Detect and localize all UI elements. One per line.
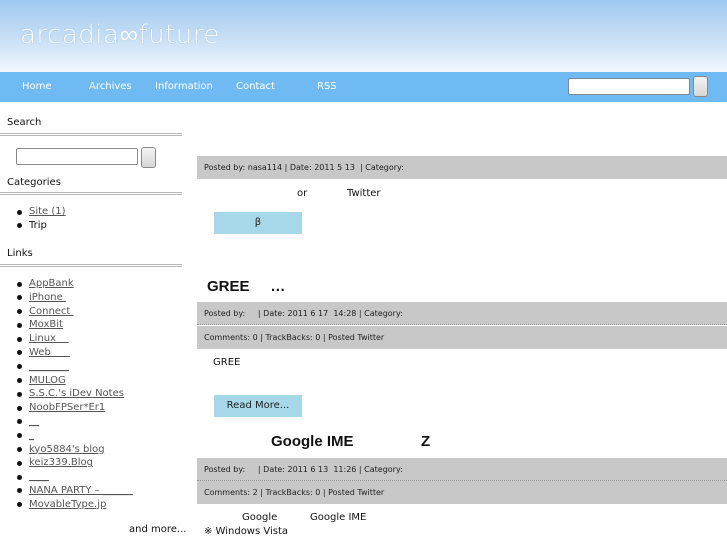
list-item: NoobFPSer*Er1 (17, 401, 133, 415)
nav-information[interactable]: Information (155, 81, 213, 92)
post-text: Google (242, 512, 278, 523)
read-more-button[interactable]: Read More... (214, 395, 302, 417)
post-text: GREE (213, 357, 241, 368)
link-item[interactable]: ________ (29, 361, 69, 372)
divider (0, 133, 182, 136)
link-item[interactable]: NoobFPSer*Er1 (29, 402, 105, 413)
link-item[interactable]: kyo5884's blog (29, 444, 105, 455)
post-comments[interactable]: Comments: 0 | TrackBacks: 0 | Posted Twi… (197, 326, 727, 349)
list-item: _ (17, 429, 133, 443)
list-item: iPhone (17, 291, 133, 305)
divider (0, 264, 182, 267)
sidebar-links-title: Links (7, 248, 33, 259)
post-meta: Posted by: nasa114 | Date: 2011 5 13 | C… (197, 156, 727, 179)
link-item[interactable]: iPhone (29, 292, 66, 303)
category-list: Site (1) Trip (17, 205, 66, 233)
header-search-input[interactable] (568, 78, 690, 95)
link-item[interactable]: ____ (29, 471, 49, 482)
list-item: Connect (17, 305, 133, 319)
nav-archives[interactable]: Archives (89, 81, 132, 92)
list-item: kyo5884's blog (17, 443, 133, 457)
list-item: NANA PARTY – ______ (17, 484, 133, 498)
post-text: Twitter (347, 188, 381, 199)
link-item[interactable]: _ (29, 430, 34, 441)
list-item: keiz339.Blog (17, 456, 133, 470)
list-item: Web (17, 346, 133, 360)
list-item: Trip (17, 219, 66, 233)
list-item: AppBank (17, 277, 133, 291)
post-text: or (297, 188, 308, 199)
sidebar-search-button[interactable] (141, 147, 156, 168)
list-item: MoxBit (17, 318, 133, 332)
list-item: MULOG (17, 374, 133, 388)
nav-home[interactable]: Home (22, 81, 52, 92)
links-list: AppBank iPhone Connect MoxBit Linux Web … (17, 277, 133, 512)
list-item: Site (1) (17, 205, 66, 219)
beta-button[interactable]: β (214, 212, 302, 234)
list-item: ________ (17, 360, 133, 374)
more-links-link[interactable]: and more... (129, 524, 186, 535)
link-item[interactable]: MovableType.jp (29, 499, 106, 510)
link-item[interactable]: MULOG (29, 375, 66, 386)
post-text: Google IME (310, 512, 367, 523)
list-item: S.S.C.'s iDev Notes (17, 387, 133, 401)
nav-rss[interactable]: RSS (317, 81, 337, 92)
header-search-button[interactable] (693, 76, 708, 97)
divider (0, 192, 182, 195)
link-item[interactable]: MoxBit (29, 319, 63, 330)
category-link-site[interactable]: Site (1) (29, 206, 66, 217)
nav-contact[interactable]: Contact (236, 81, 275, 92)
link-item[interactable]: S.S.C.'s iDev Notes (29, 388, 124, 399)
post-text: ※ Windows Vista (204, 526, 289, 537)
link-item[interactable]: NANA PARTY – ______ (29, 485, 133, 496)
link-item[interactable]: Connect (29, 306, 74, 317)
link-item[interactable]: Web (29, 347, 70, 358)
post-meta: Posted by: | Date: 2011 6 17 14:28 | Cat… (197, 302, 727, 325)
site-logo[interactable]: arcadia∞future (20, 19, 220, 50)
link-item[interactable]: __ (29, 416, 39, 427)
sidebar-categories-title: Categories (7, 177, 61, 188)
sidebar-search-title: Search (7, 117, 42, 128)
post-comments[interactable]: Comments: 2 | TrackBacks: 0 | Posted Twi… (197, 481, 727, 504)
post-title[interactable]: Google IME (271, 433, 354, 450)
list-item: Linux (17, 332, 133, 346)
list-item: ____ (17, 470, 133, 484)
post-title-suffix[interactable]: Z (421, 433, 430, 450)
post-meta: Posted by: | Date: 2011 6 13 11:26 | Cat… (197, 458, 727, 481)
category-trip: Trip (29, 219, 47, 231)
post-title[interactable]: GREE … (207, 278, 285, 295)
link-item[interactable]: Linux (29, 333, 69, 344)
link-item[interactable]: AppBank (29, 278, 74, 289)
link-item[interactable]: keiz339.Blog (29, 457, 93, 468)
list-item: MovableType.jp (17, 498, 133, 512)
list-item: __ (17, 415, 133, 429)
sidebar-search-input[interactable] (16, 148, 138, 165)
